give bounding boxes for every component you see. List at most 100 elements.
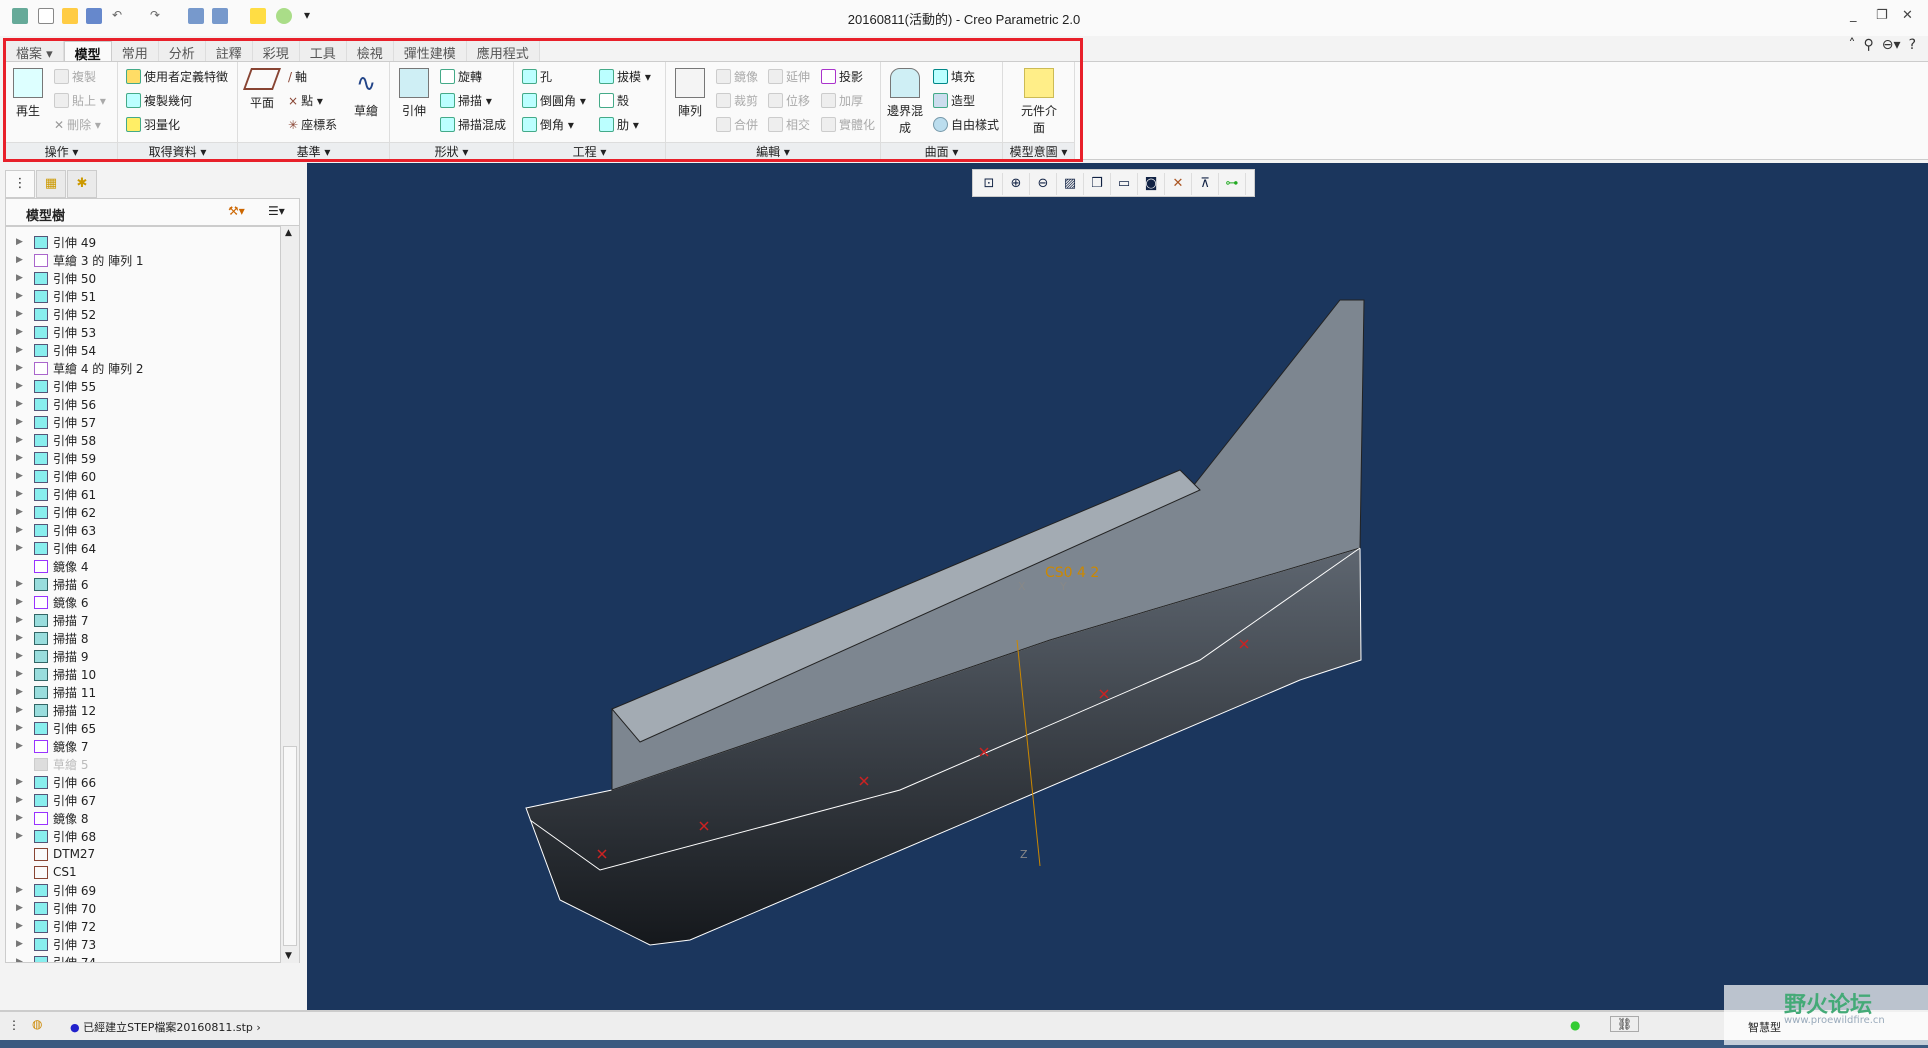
component-interface-button[interactable]: 元件介面	[1017, 68, 1061, 136]
tree-scrollbar[interactable]: ▲ ▼	[280, 226, 299, 963]
intersect-button[interactable]: 相交	[768, 116, 810, 133]
solidify-button[interactable]: 實體化	[821, 116, 875, 133]
expand-arrow-icon[interactable]: ▶	[16, 831, 28, 841]
tab-analysis[interactable]: 分析	[158, 41, 206, 62]
tree-item[interactable]: ▶ 引伸 54	[6, 341, 96, 359]
find-icon[interactable]: ⛓	[1610, 1016, 1640, 1032]
plane-button[interactable]: 平面	[242, 68, 282, 111]
graphics-viewport[interactable]: CS0 4 2 Z X Y	[307, 163, 1928, 1010]
udf-button[interactable]: 使用者定義特徵	[126, 68, 228, 85]
expand-arrow-icon[interactable]: ▶	[16, 903, 28, 913]
tab-annotate[interactable]: 註釋	[205, 41, 253, 62]
expand-arrow-icon[interactable]: ▶	[16, 525, 28, 535]
expand-arrow-icon[interactable]: ▶	[16, 309, 28, 319]
expand-arrow-icon[interactable]: ▶	[16, 687, 28, 697]
expand-arrow-icon[interactable]: ▶	[16, 291, 28, 301]
tree-item[interactable]: ▶ 鏡像 7	[6, 737, 88, 755]
expand-arrow-icon[interactable]: ▶	[16, 705, 28, 715]
expand-arrow-icon[interactable]: ▶	[16, 237, 28, 247]
tree-item[interactable]: ▶ 引伸 55	[6, 377, 96, 395]
group-label[interactable]: 編輯 ▾	[666, 142, 880, 160]
display-style-icon[interactable]: ❒	[1084, 173, 1111, 195]
tree-item[interactable]: ▶ 引伸 67	[6, 791, 96, 809]
tab-view[interactable]: 檢視	[346, 41, 394, 62]
tree-item[interactable]: ▶ 引伸 62	[6, 503, 96, 521]
tree-item[interactable]: ▶ 引伸 59	[6, 449, 96, 467]
browser-toggle-icon[interactable]: ◍	[32, 1017, 42, 1031]
tree-item[interactable]: CS1	[6, 863, 77, 881]
thicken-button[interactable]: 加厚	[821, 92, 863, 109]
group-label[interactable]: 模型意圖 ▾	[1003, 142, 1074, 160]
refit-icon[interactable]: ⊡	[976, 173, 1003, 195]
expand-arrow-icon[interactable]: ▶	[16, 957, 28, 962]
scroll-thumb[interactable]	[283, 746, 297, 946]
point-button[interactable]: × 點 ▾	[288, 92, 323, 109]
style-button[interactable]: 造型	[933, 92, 975, 109]
expand-arrow-icon[interactable]: ▶	[16, 255, 28, 265]
tree-item[interactable]: 草繪 5	[6, 755, 88, 773]
csys-button[interactable]: ✳ 座標系	[288, 116, 337, 133]
tree-item[interactable]: ▶ 引伸 51	[6, 287, 96, 305]
group-label[interactable]: 取得資料 ▾	[118, 142, 237, 160]
navigator-toggle-icon[interactable]: ⋮	[8, 1018, 20, 1032]
close-button[interactable]: ✕	[1902, 8, 1913, 23]
shell-button[interactable]: 殼	[599, 92, 629, 109]
group-label[interactable]: 操作 ▾	[6, 142, 117, 160]
tree-item[interactable]: ▶ 引伸 69	[6, 881, 96, 899]
sketch-button[interactable]: ∿ 草繪	[346, 68, 386, 119]
shrinkwrap-button[interactable]: 羽量化	[126, 116, 180, 133]
axis-button[interactable]: / 軸	[288, 68, 307, 85]
tree-item[interactable]: ▶ 掃描 7	[6, 611, 88, 629]
group-label[interactable]: 基準 ▾	[238, 142, 389, 160]
expand-arrow-icon[interactable]: ▶	[16, 507, 28, 517]
paste-button[interactable]: 貼上 ▾	[54, 92, 106, 109]
minimize-ribbon-icon[interactable]: ˄	[1849, 37, 1856, 53]
group-label[interactable]: 曲面 ▾	[881, 142, 1002, 160]
expand-arrow-icon[interactable]: ▶	[16, 579, 28, 589]
tree-item[interactable]: ▶ 引伸 57	[6, 413, 96, 431]
expand-arrow-icon[interactable]: ▶	[16, 471, 28, 481]
offset-button[interactable]: 位移	[768, 92, 810, 109]
mirror-button[interactable]: 鏡像	[716, 68, 758, 85]
tree-item[interactable]: ▶ 引伸 50	[6, 269, 96, 287]
tree-item[interactable]: ▶ 引伸 72	[6, 917, 96, 935]
draft-button[interactable]: 拔模 ▾	[599, 68, 651, 85]
tree-item[interactable]: ▶ 引伸 64	[6, 539, 96, 557]
zoom-in-icon[interactable]: ⊕	[1003, 173, 1030, 195]
expand-arrow-icon[interactable]: ▶	[16, 273, 28, 283]
tab-common[interactable]: 常用	[111, 41, 159, 62]
extrude-button[interactable]: 引伸	[394, 68, 434, 119]
boundary-blend-button[interactable]: 邊界混成	[883, 68, 927, 136]
tab-render[interactable]: 彩現	[252, 41, 300, 62]
tree-item[interactable]: ▶ 引伸 74	[6, 953, 96, 962]
expand-arrow-icon[interactable]: ▶	[16, 651, 28, 661]
expand-arrow-icon[interactable]: ▶	[16, 813, 28, 823]
merge-button[interactable]: 合併	[716, 116, 758, 133]
tree-item[interactable]: ▶ 鏡像 6	[6, 593, 88, 611]
group-label[interactable]: 工程 ▾	[514, 142, 665, 160]
tree-item[interactable]: ▶ 引伸 61	[6, 485, 96, 503]
minimize-button[interactable]: _	[1850, 8, 1857, 23]
tree-item[interactable]: ▶ 引伸 56	[6, 395, 96, 413]
tab-flexible-modeling[interactable]: 彈性建模	[393, 41, 467, 62]
project-button[interactable]: 投影	[821, 68, 863, 85]
chamfer-button[interactable]: 倒角 ▾	[522, 116, 574, 133]
zoom-out-icon[interactable]: ⊖	[1030, 173, 1057, 195]
hole-button[interactable]: 孔	[522, 68, 552, 85]
sweep-button[interactable]: 掃描 ▾	[440, 92, 492, 109]
tree-item[interactable]: ▶ 掃描 11	[6, 683, 96, 701]
show-menu-icon[interactable]: ☰▾	[268, 204, 285, 218]
folder-browser-tab-icon[interactable]: ▦	[36, 170, 66, 198]
group-label[interactable]: 形狀 ▾	[390, 142, 513, 160]
expand-arrow-icon[interactable]: ▶	[16, 669, 28, 679]
tree-item[interactable]: ▶ 掃描 10	[6, 665, 96, 683]
extend-button[interactable]: 延伸	[768, 68, 810, 85]
tree-item[interactable]: ▶ 引伸 53	[6, 323, 96, 341]
tree-item[interactable]: ▶ 引伸 58	[6, 431, 96, 449]
expand-arrow-icon[interactable]: ▶	[16, 327, 28, 337]
expand-arrow-icon[interactable]: ▶	[16, 885, 28, 895]
expand-arrow-icon[interactable]: ▶	[16, 597, 28, 607]
tree-item[interactable]: ▶ 引伸 63	[6, 521, 96, 539]
tree-item[interactable]: ▶ 引伸 52	[6, 305, 96, 323]
tree-item[interactable]: ▶ 引伸 66	[6, 773, 96, 791]
